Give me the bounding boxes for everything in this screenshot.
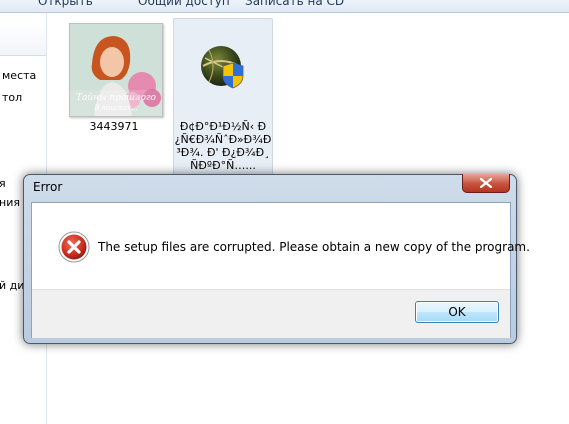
error-icon bbox=[58, 231, 90, 263]
file-item-setup[interactable]: Ð¢Ð°Ð¹Ð½Ñ‹ Ð¿Ñ€Ð¾ÑˆÐ»Ð¾Ð³Ð¾. Ð' Ð¿Ð¾Ð¸ÑÐ… bbox=[173, 18, 273, 178]
file-label: 3443971 bbox=[89, 120, 139, 133]
screen: Открыть Общий доступ Записать на CD мест… bbox=[0, 0, 569, 424]
dialog-title: Error bbox=[33, 180, 63, 194]
message-area: The setup files are corrupted. Please ob… bbox=[32, 203, 530, 289]
file-item-image[interactable]: Тайны прошлого В поисках... 3443971 bbox=[64, 21, 164, 141]
error-message: The setup files are corrupted. Please ob… bbox=[98, 240, 530, 254]
setup-icon bbox=[201, 46, 244, 89]
close-button[interactable] bbox=[462, 174, 510, 193]
nav-item-desktop[interactable]: тол bbox=[2, 91, 22, 104]
button-area: OK bbox=[32, 289, 510, 338]
nav-item-places[interactable]: места bbox=[2, 69, 36, 82]
toolbar-burn[interactable]: Записать на CD bbox=[245, 0, 344, 8]
image-thumbnail: Тайны прошлого В поисках... bbox=[69, 23, 163, 117]
close-icon bbox=[480, 178, 492, 188]
thumbnail-caption: Тайны прошлого bbox=[76, 93, 156, 103]
nav-header bbox=[0, 23, 46, 56]
portrait-image: Тайны прошлого В поисках... bbox=[70, 24, 162, 116]
thumbnail-subcaption: В поисках... bbox=[93, 104, 138, 112]
nav-item-downloads[interactable]: ния bbox=[0, 196, 20, 209]
toolbar-open[interactable]: Открыть bbox=[38, 0, 93, 8]
explorer-toolbar: Открыть Общий доступ Записать на CD bbox=[0, 0, 569, 13]
ok-button[interactable]: OK bbox=[415, 301, 499, 323]
toolbar-share[interactable]: Общий доступ bbox=[138, 0, 230, 8]
error-dialog: Error The setup files are corrupted. Ple… bbox=[23, 174, 530, 344]
dialog-body: The setup files are corrupted. Please ob… bbox=[31, 202, 530, 338]
file-label-garbled: Ð¢Ð°Ð¹Ð½Ñ‹ Ð¿Ñ€Ð¾ÑˆÐ»Ð¾Ð³Ð¾. Ð' Ð¿Ð¾Ð¸ÑÐ… bbox=[174, 120, 272, 172]
nav-item-ya[interactable]: я bbox=[0, 177, 6, 190]
